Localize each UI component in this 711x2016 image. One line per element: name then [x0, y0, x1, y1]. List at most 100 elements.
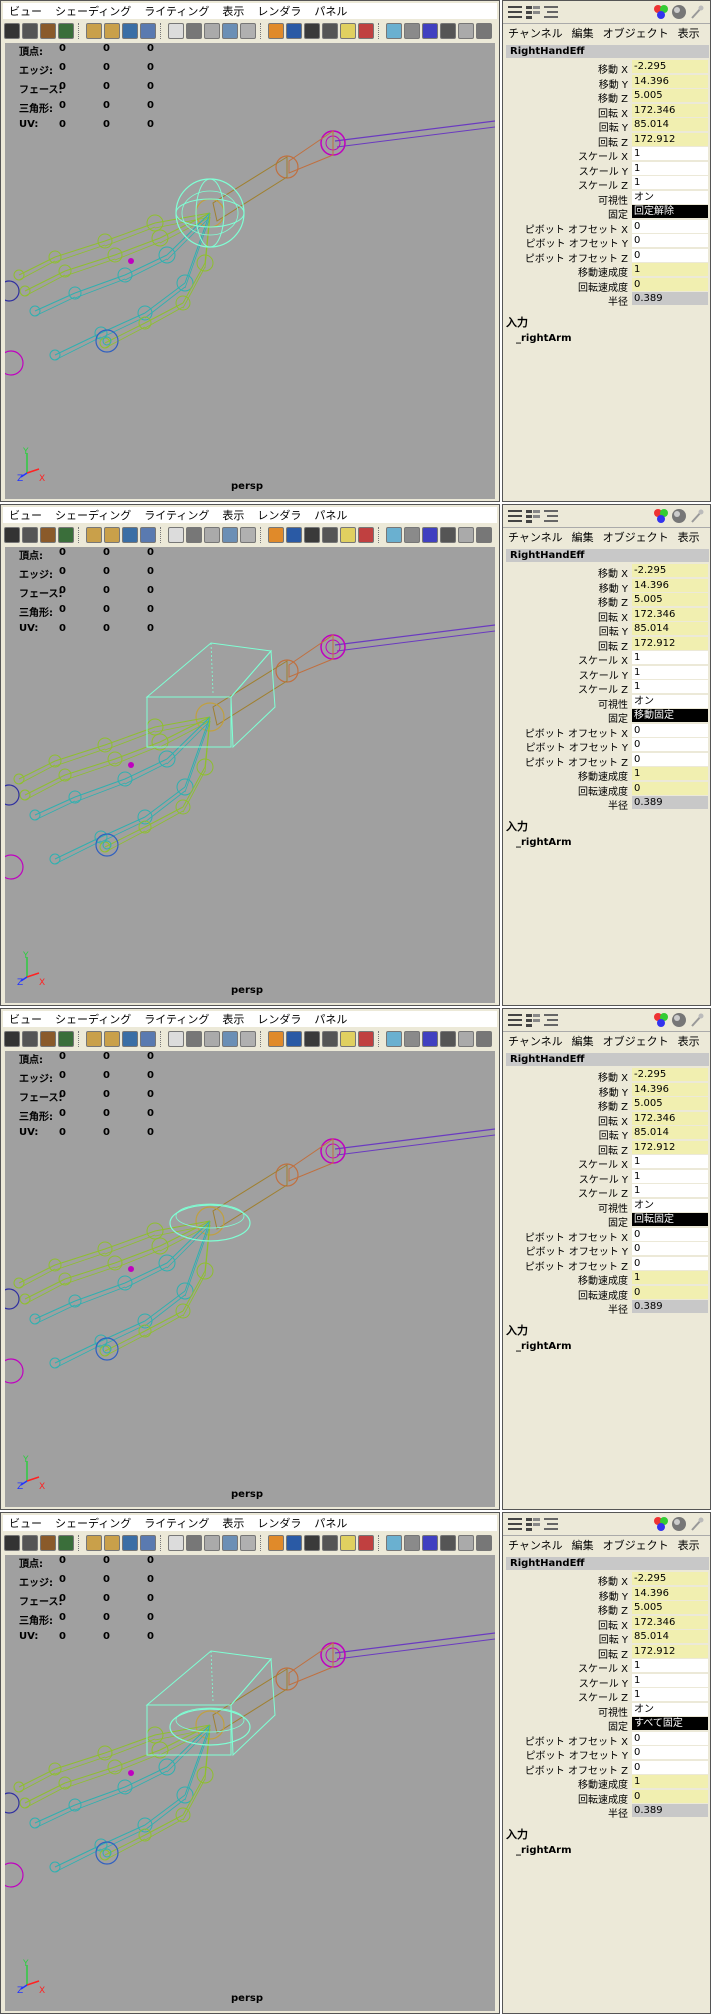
- attribute-value[interactable]: 85.014: [632, 118, 708, 131]
- attribute-row[interactable]: 移動 Z 5.005: [503, 593, 710, 609]
- menu-renderer[interactable]: レンダラ: [257, 3, 301, 19]
- attribute-value[interactable]: -2.295: [632, 564, 708, 577]
- attribute-row[interactable]: ピボット オフセット X0: [503, 219, 710, 236]
- attribute-row[interactable]: 固定 回定解除: [503, 205, 710, 221]
- camera-select-icon[interactable]: [4, 23, 20, 39]
- attribute-value[interactable]: -2.295: [632, 60, 708, 73]
- shadows-icon[interactable]: [240, 1031, 256, 1047]
- shadows-icon[interactable]: [240, 23, 256, 39]
- attribute-value[interactable]: 0: [632, 738, 708, 751]
- sphere-icon[interactable]: [671, 1516, 687, 1532]
- color-icon[interactable]: [653, 4, 669, 20]
- menu-object[interactable]: オブジェクト: [603, 25, 669, 41]
- xray-icon[interactable]: [268, 1031, 284, 1047]
- attribute-value[interactable]: 14.396: [632, 578, 708, 592]
- attribute-row[interactable]: 可視性 オン: [503, 1702, 710, 1719]
- attribute-row[interactable]: 回転 X 172.346: [503, 1111, 710, 1128]
- attribute-row[interactable]: 回転 Y 85.014: [503, 118, 710, 134]
- attribute-value[interactable]: 5.005: [632, 1097, 708, 1110]
- attribute-row[interactable]: 移動 Z 5.005: [503, 89, 710, 105]
- attribute-row[interactable]: 固定 移動固定: [503, 709, 710, 725]
- lights-icon[interactable]: [222, 1535, 238, 1551]
- menu-channels[interactable]: チャンネル: [508, 529, 563, 545]
- image-plane-icon[interactable]: [58, 527, 74, 543]
- attribute-value[interactable]: 1: [632, 1184, 708, 1197]
- wireframe-icon[interactable]: [168, 23, 184, 39]
- pin-icon[interactable]: [689, 508, 705, 524]
- snapshot-icon[interactable]: [404, 1031, 420, 1047]
- attribute-row[interactable]: ピボット オフセット Y0: [503, 234, 710, 250]
- menu-panels[interactable]: パネル: [314, 1515, 347, 1531]
- attribute-row[interactable]: 移動速成度 1: [503, 263, 710, 279]
- attribute-row[interactable]: 移動 Y 14.396: [503, 74, 710, 91]
- sphere-icon[interactable]: [671, 4, 687, 20]
- attribute-value[interactable]: 172.346: [632, 607, 708, 621]
- fix-dropdown[interactable]: 移動固定: [632, 709, 708, 722]
- grease-pencil-icon[interactable]: [304, 23, 320, 39]
- menu-channels[interactable]: チャンネル: [508, 1033, 563, 1049]
- film-gate-icon[interactable]: [104, 23, 120, 39]
- attribute-row[interactable]: スケール Y1: [503, 1169, 710, 1186]
- color-icon[interactable]: [653, 1516, 669, 1532]
- attribute-value[interactable]: 0: [632, 1285, 708, 1299]
- safe-action-icon[interactable]: [140, 1535, 156, 1551]
- film-gate-icon[interactable]: [104, 1031, 120, 1047]
- attribute-row[interactable]: 回転 Y 85.014: [503, 1630, 710, 1646]
- object-name[interactable]: RightHandEff: [506, 1053, 709, 1066]
- attribute-row[interactable]: ピボット オフセット X0: [503, 1731, 710, 1748]
- attribute-row[interactable]: 回転速成度 0: [503, 781, 710, 798]
- stats-icon[interactable]: [476, 1535, 492, 1551]
- menu-renderer[interactable]: レンダラ: [257, 507, 301, 523]
- menu-display[interactable]: 表示: [678, 1537, 700, 1553]
- attribute-value[interactable]: 0: [632, 723, 708, 737]
- menu-show[interactable]: 表示: [222, 1011, 244, 1027]
- pin-icon[interactable]: [689, 1012, 705, 1028]
- backface-icon[interactable]: [440, 1031, 456, 1047]
- attribute-row[interactable]: ピボット オフセット Z0: [503, 1760, 710, 1777]
- camera-attr-icon[interactable]: [22, 1031, 38, 1047]
- attribute-value[interactable]: 1: [632, 161, 708, 175]
- menu-view[interactable]: ビュー: [9, 507, 42, 523]
- attribute-value[interactable]: 0: [632, 1242, 708, 1255]
- channel-box-icon[interactable]: [507, 1012, 523, 1028]
- xray-icon[interactable]: [268, 1535, 284, 1551]
- snapshot-icon[interactable]: [404, 23, 420, 39]
- attribute-value[interactable]: 172.912: [632, 1140, 708, 1154]
- wireframe-on-shaded-icon[interactable]: [422, 1535, 438, 1551]
- bookmark-icon[interactable]: [40, 527, 56, 543]
- attribute-row[interactable]: スケール X1: [503, 147, 710, 163]
- attribute-row[interactable]: ピボット オフセット X0: [503, 723, 710, 740]
- attribute-value[interactable]: 172.912: [632, 1644, 708, 1658]
- safe-action-icon[interactable]: [140, 527, 156, 543]
- isolate-icon[interactable]: [286, 527, 302, 543]
- render-icon[interactable]: [358, 1535, 374, 1551]
- attribute-value[interactable]: 0: [632, 1731, 708, 1745]
- attribute-row[interactable]: ピボット オフセット Y0: [503, 1746, 710, 1762]
- safe-action-icon[interactable]: [140, 23, 156, 39]
- 3d-scene[interactable]: 頂点: 0 0 0 エッジ: 0 0 0 フェース: 0 0 0 三角形: 0 0 0 UV: 0 0 0 Y Z X…: [5, 1555, 495, 2011]
- attribute-row[interactable]: 移動 X -2.295: [503, 564, 710, 580]
- menu-object[interactable]: オブジェクト: [603, 1537, 669, 1553]
- stats-icon[interactable]: [476, 1031, 492, 1047]
- smooth-shade-icon[interactable]: [186, 1031, 202, 1047]
- menu-show[interactable]: 表示: [222, 507, 244, 523]
- attribute-row[interactable]: 半径 0.389: [503, 1300, 710, 1316]
- attribute-value[interactable]: 1: [632, 665, 708, 679]
- backface-icon[interactable]: [440, 1535, 456, 1551]
- attribute-row[interactable]: 移動 Z 5.005: [503, 1601, 710, 1617]
- attribute-row[interactable]: ピボット オフセット Z0: [503, 752, 710, 769]
- highlight-icon[interactable]: [458, 23, 474, 39]
- highlight-icon[interactable]: [458, 1031, 474, 1047]
- attribute-value[interactable]: 0.389: [632, 1300, 708, 1313]
- attribute-row[interactable]: スケール X1: [503, 1155, 710, 1171]
- image-plane-icon[interactable]: [58, 1031, 74, 1047]
- attribute-value[interactable]: 5.005: [632, 1601, 708, 1614]
- color-icon[interactable]: [653, 508, 669, 524]
- menu-renderer[interactable]: レンダラ: [257, 1515, 301, 1531]
- attribute-row[interactable]: 回転 X 172.346: [503, 103, 710, 120]
- ipr-icon[interactable]: [386, 23, 402, 39]
- inputs-node[interactable]: _rightArm: [516, 837, 572, 848]
- grid-toggle-icon[interactable]: [86, 527, 102, 543]
- stats-icon[interactable]: [476, 23, 492, 39]
- attribute-value[interactable]: 85.014: [632, 1126, 708, 1139]
